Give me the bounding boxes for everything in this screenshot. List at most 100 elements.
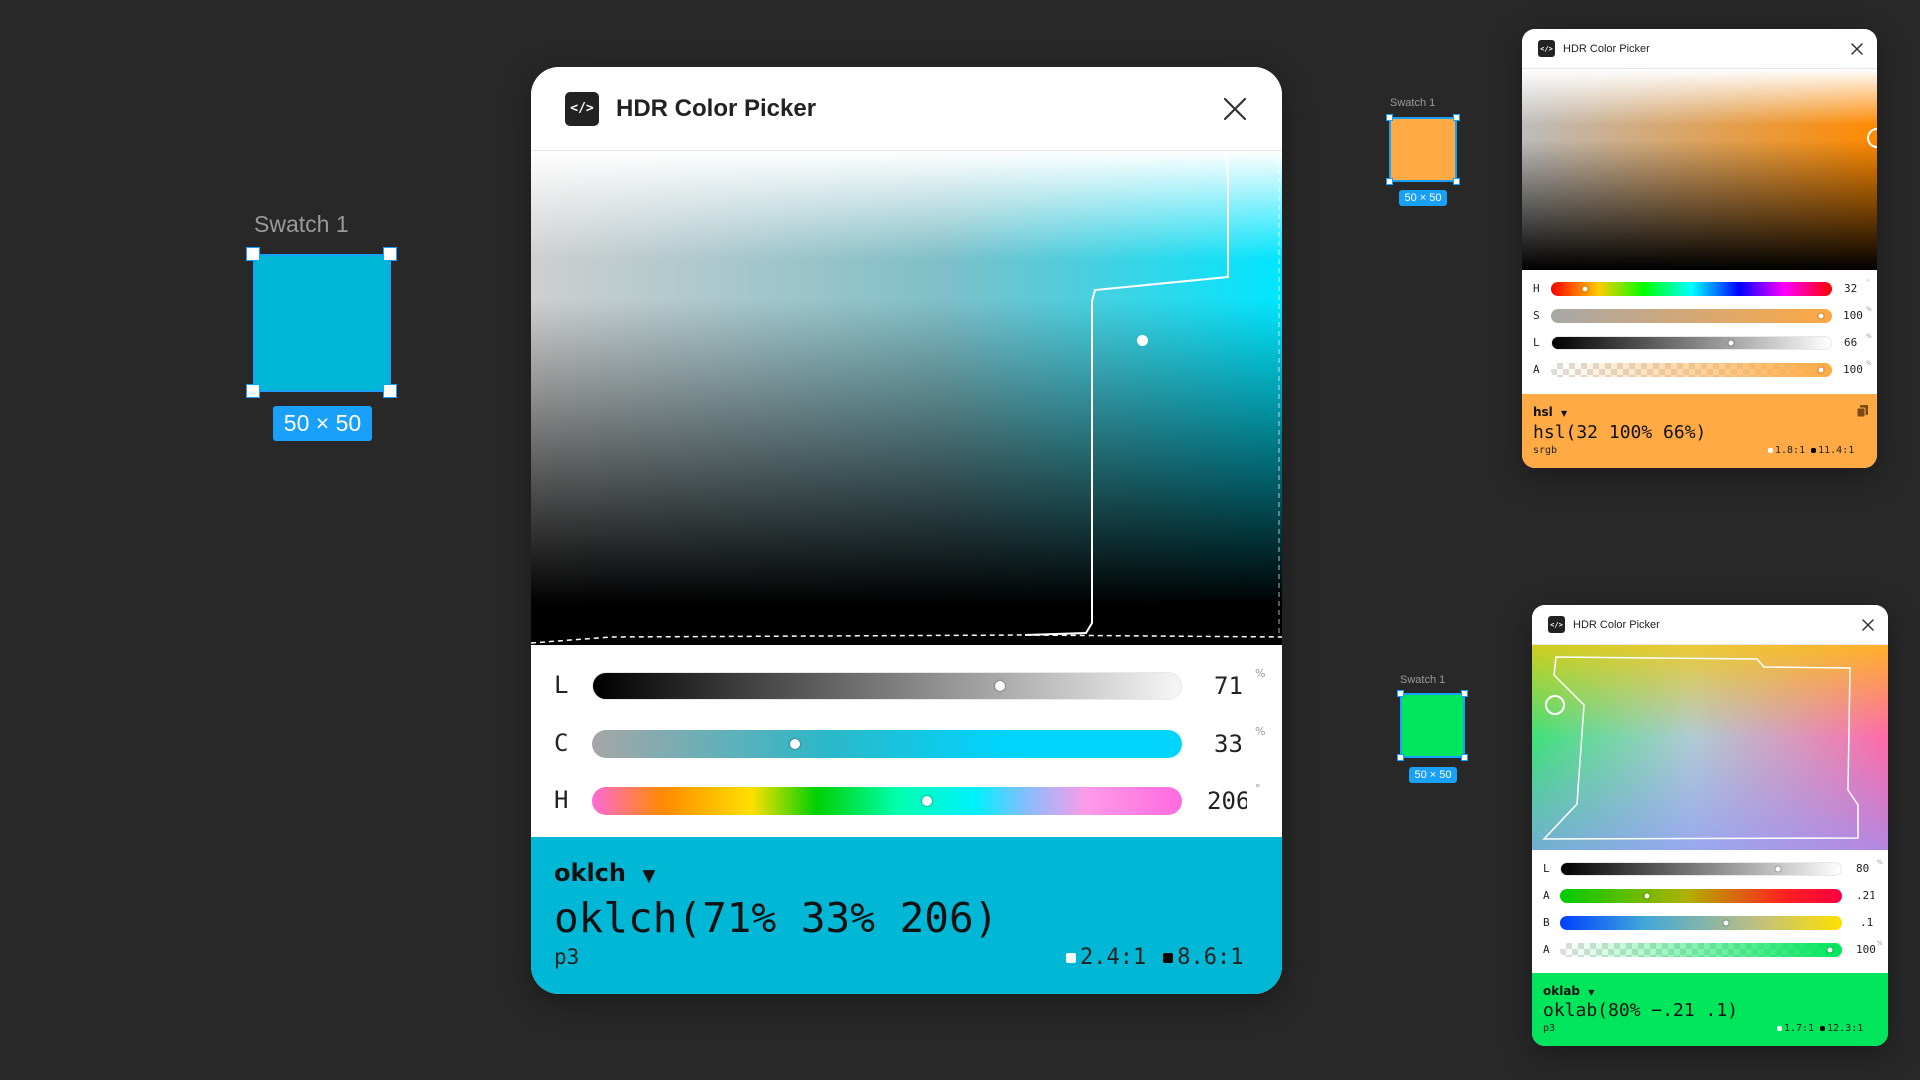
close-icon[interactable] (1218, 92, 1252, 126)
slider-value[interactable]: 33 (1214, 730, 1254, 758)
color-area[interactable] (1532, 645, 1888, 850)
color-output: oklab ▼ oklab(80% −.21 .1) p3 1.7:1 12.3… (1532, 973, 1888, 1046)
channel-label: L (554, 671, 569, 699)
slider-value[interactable]: .1 (1860, 916, 1874, 929)
area-picker-dot[interactable] (1137, 335, 1148, 346)
contrast-ratios: 1.7:1 12.3:1 (1777, 1023, 1863, 1034)
slider-value[interactable]: 80 (1856, 862, 1876, 875)
dimension-badge: 50 × 50 (1399, 190, 1447, 206)
slider-thumb[interactable] (1723, 920, 1729, 926)
b-slider[interactable] (1560, 916, 1842, 930)
l-slider[interactable] (1560, 862, 1842, 876)
channel-label: A (1533, 363, 1540, 376)
slider-value[interactable]: 100 (1843, 309, 1863, 322)
slider-value[interactable]: 66 (1844, 336, 1864, 349)
slider-value[interactable]: 32 (1844, 282, 1864, 295)
alpha-slider[interactable] (1560, 943, 1842, 957)
slider-value[interactable]: 100 (1843, 363, 1863, 376)
gamut-label: srgb (1533, 445, 1558, 456)
resize-handle[interactable] (246, 384, 260, 398)
slider-value[interactable]: 206 (1207, 787, 1247, 815)
color-space-select[interactable]: hsl ▼ (1533, 405, 1567, 419)
alpha-gradient (1560, 943, 1842, 957)
slider-value[interactable]: 100 (1856, 943, 1876, 956)
resize-handle[interactable] (246, 247, 260, 261)
color-space-label: oklab (1543, 984, 1581, 998)
slider-row-h: H 206 ° (531, 782, 1282, 816)
slider-unit: % (1877, 940, 1883, 947)
alpha-slider[interactable] (1551, 363, 1832, 377)
code-icon: </> (565, 91, 599, 126)
picker-header: </> HDR Color Picker (531, 67, 1282, 151)
copy-icon[interactable] (1856, 404, 1869, 418)
slider-thumb[interactable] (1582, 286, 1588, 292)
slider-thumb[interactable] (995, 681, 1005, 691)
slider-unit: % (1866, 306, 1872, 313)
dimension-badge: 50 × 50 (1409, 767, 1457, 783)
picker-header: </> HDR Color Picker (1522, 29, 1877, 69)
slider-panel: L 80 % A .21 B .1 A 100 % (1532, 850, 1888, 958)
color-output: oklch ▼ oklch(71% 33% 206) p3 2.4:1 8.6:… (531, 837, 1282, 994)
swatch-orange[interactable] (1389, 117, 1457, 182)
resize-handle[interactable] (383, 247, 397, 261)
area-picker-ring[interactable] (1545, 695, 1565, 715)
slider-value[interactable]: .21 (1856, 889, 1874, 902)
swatch-green[interactable] (1400, 693, 1465, 758)
color-value-text[interactable]: oklch(71% 33% 206) (554, 894, 998, 942)
color-space-select[interactable]: oklch ▼ (554, 859, 655, 887)
l-slider[interactable] (592, 672, 1182, 700)
swatch-cyan[interactable] (253, 254, 391, 392)
h-slider[interactable] (592, 787, 1182, 815)
slider-value[interactable]: 71 (1214, 672, 1254, 700)
c-slider[interactable] (592, 730, 1182, 758)
resize-handle[interactable] (1397, 690, 1404, 697)
slider-thumb[interactable] (922, 796, 932, 806)
slider-thumb[interactable] (1818, 313, 1824, 319)
h-slider[interactable] (1551, 282, 1832, 296)
slider-unit: % (1255, 667, 1266, 680)
color-value-text[interactable]: oklab(80% −.21 .1) (1543, 1000, 1738, 1021)
close-icon[interactable] (1849, 41, 1865, 57)
a-slider[interactable] (1560, 889, 1842, 903)
caret-down-icon: ▼ (1561, 409, 1568, 418)
slider-thumb[interactable] (790, 739, 800, 749)
slider-thumb[interactable] (1644, 893, 1650, 899)
slider-thumb[interactable] (1827, 947, 1833, 953)
channel-label: L (1543, 862, 1550, 875)
slider-row-h: H 32 ° (1522, 279, 1877, 296)
s-slider[interactable] (1551, 309, 1832, 323)
light-swatch-icon (1066, 952, 1076, 963)
color-area[interactable] (531, 151, 1282, 645)
color-area[interactable] (1522, 69, 1877, 270)
swatch-label: Swatch 1 (1390, 97, 1436, 109)
resize-handle[interactable] (383, 384, 397, 398)
resize-handle[interactable] (1461, 690, 1468, 697)
gamut-label: p3 (554, 945, 580, 969)
channel-label: L (1533, 336, 1540, 349)
contrast-light: 1.7:1 (1784, 1023, 1815, 1034)
resize-handle[interactable] (1386, 114, 1393, 121)
resize-handle[interactable] (1397, 754, 1404, 761)
color-value-text[interactable]: hsl(32 100% 66%) (1533, 422, 1706, 443)
slider-thumb[interactable] (1775, 866, 1781, 872)
light-swatch-icon (1777, 1026, 1782, 1031)
slider-row-c: C 33 % (531, 725, 1282, 759)
color-space-label: hsl (1533, 405, 1553, 419)
resize-handle[interactable] (1453, 178, 1460, 185)
slider-thumb[interactable] (1818, 367, 1824, 373)
hdr-color-picker-oklab: </> HDR Color Picker L 80 % A .21 B .1 A… (1532, 605, 1888, 1046)
color-space-label: oklch (554, 859, 626, 887)
l-slider[interactable] (1551, 336, 1832, 350)
picker-title: HDR Color Picker (1563, 42, 1650, 55)
slider-thumb[interactable] (1728, 340, 1734, 346)
contrast-light: 2.4:1 (1080, 945, 1147, 970)
color-space-select[interactable]: oklab ▼ (1543, 984, 1594, 998)
resize-handle[interactable] (1453, 114, 1460, 121)
resize-handle[interactable] (1386, 178, 1393, 185)
alpha-gradient (1551, 363, 1832, 377)
slider-unit: % (1866, 333, 1872, 340)
close-icon[interactable] (1860, 617, 1876, 633)
color-output: hsl ▼ hsl(32 100% 66%) srgb 1.8:1 11.4:1 (1522, 394, 1877, 468)
channel-label: H (1533, 282, 1540, 295)
resize-handle[interactable] (1461, 754, 1468, 761)
